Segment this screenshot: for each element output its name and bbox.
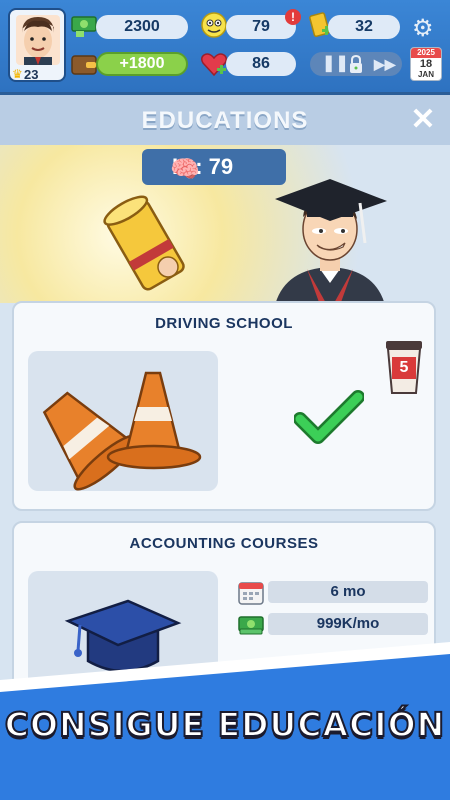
avatar-face-icon [16,15,60,65]
cards-value: 32 [328,15,400,39]
gear-icon[interactable]: ⚙ [412,14,434,43]
calendar-small-icon [238,582,264,605]
cash-icon [238,616,264,635]
course-title: ACCOUNTING COURSES [129,535,319,552]
top-hud: ♛ 23 2300 +1800 79 ! 86 32 ⚙ ❚❚ ▶▶ 2025 … [0,0,450,92]
fast-forward-icon[interactable]: ▶▶ [374,52,396,76]
course-price: 999K/mo [268,613,428,635]
calendar-year: 2025 [411,48,441,58]
panel-header: EDUCATIONS ✕ [0,95,450,145]
course-image [28,351,218,491]
wallet-icon [71,55,97,75]
crown-icon: ♛ [12,67,23,81]
course-duration: 6 mo [268,581,428,603]
income-value[interactable]: +1800 [96,52,188,76]
iq-alert-badge[interactable]: ! [285,9,301,25]
brain-icon: 🧠 [170,156,200,183]
traffic-cone-icon [42,371,202,491]
coffee-cup-icon: 5 [382,339,426,395]
avatar[interactable]: ♛ 23 [8,8,66,82]
calendar-icon: 2025 18 JAN [410,47,442,81]
close-button[interactable]: ✕ [410,105,436,135]
price-row: 999K/mo [238,613,428,637]
player-level: 23 [24,67,39,82]
promo-banner-text: CONSIGUE EDUCACIÓN [4,704,446,745]
checkmark-icon [293,389,365,449]
hero-illustration: 🧠 IQ: 79 [0,145,450,303]
course-card-driving-school[interactable]: DRIVING SCHOOL 5 [12,301,436,511]
panel-title: EDUCATIONS [141,107,309,134]
duration-row: 6 mo [238,581,428,605]
money-value: 2300 [96,15,188,39]
time-controls: ❚❚ ▶▶ [310,52,402,76]
iq-face-icon [201,12,227,38]
diploma-scroll-icon [103,195,185,291]
course-title: DRIVING SCHOOL [155,315,293,332]
student-character [275,179,387,303]
heart-icon [200,53,228,77]
money-icon [71,16,97,37]
lock-icon [350,54,362,73]
coffee-cost-badge: 5 [399,359,409,376]
calendar-day: 18 [419,58,433,70]
pause-icon[interactable]: ❚❚ [322,52,349,76]
calendar-month: JAN [417,70,434,79]
health-value: 86 [226,52,296,76]
